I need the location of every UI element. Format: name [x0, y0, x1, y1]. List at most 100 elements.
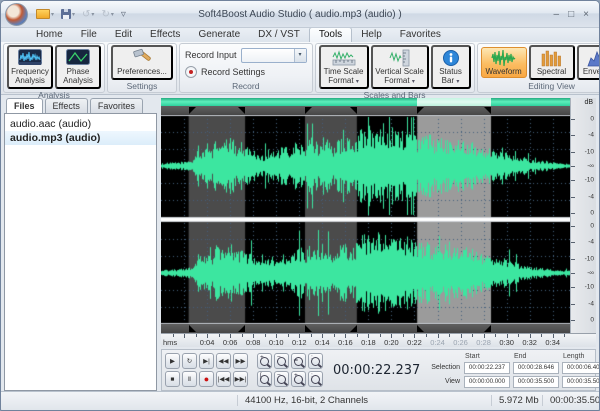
selection-marker-end[interactable] — [484, 325, 491, 332]
region-marker-end[interactable] — [350, 325, 357, 332]
record-button[interactable]: ● — [199, 371, 214, 387]
region-marker-end[interactable] — [238, 325, 245, 332]
column-header-end: End — [513, 353, 559, 360]
side-panel-tabs: FilesEffectsFavorites — [6, 98, 157, 113]
pause-button[interactable]: Ⅱ — [182, 371, 197, 387]
play-to-end-button[interactable]: ▶| — [199, 353, 214, 369]
zoom-in-button[interactable]: + — [257, 353, 272, 369]
menu-tab-help[interactable]: Help — [352, 28, 391, 42]
status-audio-format: 44100 Hz, 16-bit, 2 Channels — [237, 395, 368, 406]
ruler-tick — [403, 334, 404, 337]
ruler-tick — [426, 334, 427, 337]
stop-button[interactable]: ■ — [165, 371, 180, 387]
time-scale-format-button[interactable]: Time Scale Format ▾ — [319, 45, 369, 89]
file-list-item[interactable]: audio.aac (audio) — [5, 117, 156, 131]
zoom-out-button[interactable]: − — [274, 353, 289, 369]
menu-tab-edit[interactable]: Edit — [106, 28, 141, 42]
app-window: ▾ ▾ ↺▾ ↻▾ ▿ Soft4Boost Audio Studio ( au… — [0, 0, 600, 411]
zoom-ratio-2-button[interactable]: : — [308, 371, 323, 387]
transport-controls: ▶↻▶|◀◀▶▶+−‗:■Ⅱ●|◀◀▶▶|[−+: — [165, 353, 323, 387]
vertical-scale-format-button[interactable]: Vertical Scale Format ▾ — [371, 45, 429, 89]
customize-toolbar-button[interactable]: ▿ — [119, 8, 128, 21]
db-scale-tick — [571, 119, 575, 120]
zoom-modifier-glyph: ‗ — [294, 355, 298, 362]
skip-to-end-button[interactable]: ▶▶| — [233, 371, 248, 387]
zoom-selection-button[interactable]: [ — [257, 371, 272, 387]
marker-strip-top[interactable] — [161, 106, 570, 115]
vertical-scale-format-label: Vertical Scale Format — [375, 67, 423, 85]
db-unit-label: dB — [584, 99, 593, 106]
skip-to-start-button[interactable]: |◀◀ — [216, 371, 231, 387]
db-scale-label: -10 — [585, 255, 594, 262]
file-list-item[interactable]: audio.mp3 (audio) — [5, 131, 156, 145]
window-controls: – □ × — [554, 9, 599, 20]
menu-tab-home[interactable]: Home — [27, 28, 72, 42]
zoom-modifier-glyph: : — [311, 355, 313, 362]
zoom-vertical-in-button[interactable]: + — [291, 371, 306, 387]
selection-marker-end[interactable] — [484, 107, 491, 114]
waveform-view-label: Waveform — [485, 68, 521, 77]
ruler-unit-label: hms — [163, 338, 177, 347]
fast-forward-button[interactable]: ▶▶ — [233, 353, 248, 369]
app-logo-icon[interactable] — [5, 3, 28, 26]
ruler-label: 0:18 — [361, 338, 376, 347]
db-scale-tick — [571, 259, 575, 260]
seek-bar[interactable] — [161, 98, 570, 106]
record-settings-button[interactable]: Record Settings — [201, 67, 265, 77]
db-scale-label: 0 — [590, 116, 594, 123]
envelope-view-button[interactable]: Envelope — [577, 45, 600, 80]
play-button[interactable]: ▶ — [165, 353, 180, 369]
ruler-tick — [541, 334, 542, 337]
db-scale-tick — [571, 180, 575, 181]
loop-playback-button[interactable]: ↻ — [182, 353, 197, 369]
menu-tab-effects[interactable]: Effects — [141, 28, 189, 42]
skip-to-start-button-glyph: |◀◀ — [218, 375, 230, 383]
transport-row: ▶ ↻▶|◀◀▶▶ +−‗: — [165, 353, 323, 369]
frequency-analysis-button[interactable]: Frequency Analysis — [7, 45, 53, 89]
undo-button[interactable]: ↺▾ — [80, 8, 96, 21]
waveform-canvas[interactable] — [161, 115, 570, 324]
region-marker-start[interactable] — [189, 325, 196, 332]
save-button[interactable]: ▾ — [59, 8, 77, 20]
quick-open-button[interactable]: ▾ — [34, 8, 56, 20]
preferences-button[interactable]: Preferences... — [111, 45, 173, 80]
selection-marker-start[interactable] — [417, 107, 424, 114]
zoom-vertical-out-button[interactable]: − — [274, 371, 289, 387]
marker-strip-bottom[interactable] — [161, 324, 570, 333]
region-marker-end[interactable] — [350, 107, 357, 114]
region-marker-start[interactable] — [305, 325, 312, 332]
waveform-view-button[interactable]: Waveform — [481, 47, 527, 78]
position-display: 00:00:22.237 — [333, 363, 417, 378]
zoom-ratio-button[interactable]: : — [308, 353, 323, 369]
redo-button[interactable]: ↻▾ — [99, 8, 115, 21]
record-input-select[interactable]: ▾ — [241, 48, 307, 63]
panel-tab-files[interactable]: Files — [6, 98, 43, 113]
combo-arrow-icon: ▾ — [294, 49, 306, 62]
selection-marker-start[interactable] — [417, 325, 424, 332]
region-marker-start[interactable] — [189, 107, 196, 114]
menu-tab-file[interactable]: File — [72, 28, 106, 42]
side-panel: FilesEffectsFavorites audio.aac (audio)a… — [4, 98, 157, 391]
maximize-button[interactable]: □ — [568, 9, 574, 20]
status-bar-button[interactable]: Status Bar ▾ — [431, 45, 471, 89]
menu-tab-dx-vst[interactable]: DX / VST — [249, 28, 309, 42]
spectral-view-button[interactable]: Spectral — [529, 45, 575, 80]
menu-tab-generate[interactable]: Generate — [189, 28, 249, 42]
menu-tab-favorites[interactable]: Favorites — [391, 28, 450, 42]
minimize-button[interactable]: – — [554, 9, 560, 20]
region-marker-end[interactable] — [238, 107, 245, 114]
region-marker-start[interactable] — [305, 107, 312, 114]
zoom-to-selection-button[interactable]: ‗ — [291, 353, 306, 369]
ruler-tick — [288, 334, 289, 337]
phase-analysis-button[interactable]: Phase Analysis — [55, 45, 101, 89]
play-button-glyph: ▶ — [170, 357, 175, 365]
close-button[interactable]: × — [583, 9, 589, 20]
db-scale-label: -10 — [585, 148, 594, 155]
rewind-button[interactable]: ◀◀ — [216, 353, 231, 369]
phase-analysis-icon — [66, 48, 90, 68]
time-ruler[interactable]: hms0:040:060:080:100:120:140:160:180:200… — [161, 333, 596, 347]
panel-tab-favorites[interactable]: Favorites — [90, 98, 143, 113]
envelope-view-label: Envelope — [583, 68, 600, 77]
panel-tab-effects[interactable]: Effects — [45, 98, 88, 113]
menu-tab-tools[interactable]: Tools — [309, 27, 352, 42]
